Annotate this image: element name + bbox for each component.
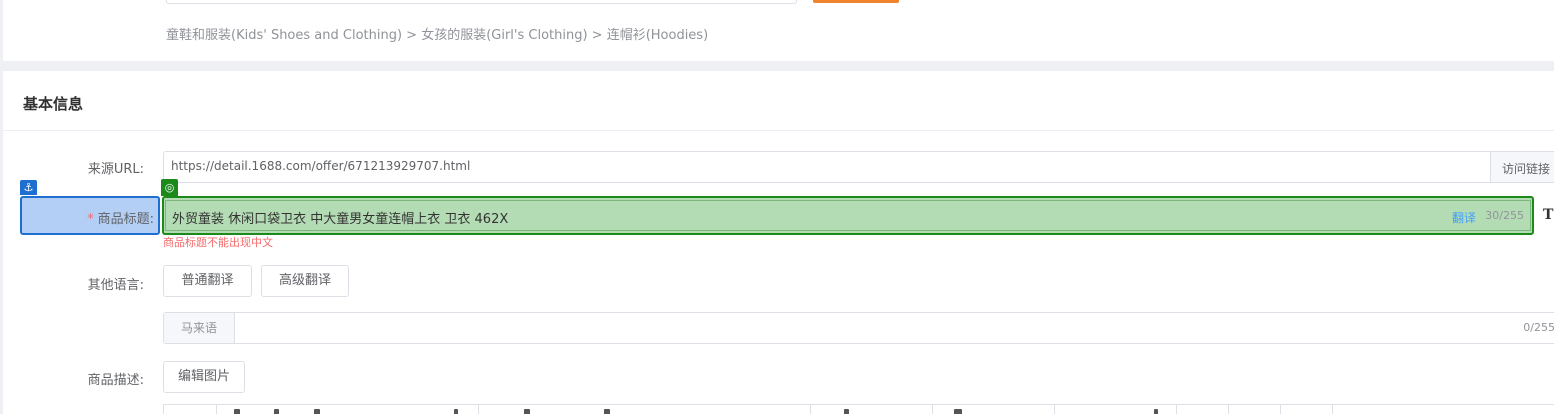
- language-name: 马来语: [164, 313, 235, 343]
- basic-info-card: 基本信息 来源URL: https://detail.1688.com/offe…: [3, 71, 1554, 414]
- normal-translate-button[interactable]: 普通翻译: [163, 265, 252, 297]
- product-title-label-text: 商品标题:: [97, 212, 154, 227]
- toolbar-separator: [1054, 405, 1055, 414]
- malay-char-count: 0/255: [1523, 321, 1554, 334]
- toolbar-tool-icon[interactable]: [274, 409, 279, 414]
- toolbar-tool-icon[interactable]: [604, 409, 610, 414]
- text-format-icon[interactable]: T: [1543, 207, 1553, 223]
- source-url-input[interactable]: https://detail.1688.com/offer/6712139297…: [163, 151, 1491, 183]
- toolbar-separator: [1332, 405, 1333, 414]
- category-breadcrumb: 童鞋和服装(Kids' Shoes and Clothing) > 女孩的服装(…: [166, 28, 709, 43]
- toolbar-separator: [1228, 405, 1229, 414]
- toolbar-tool-icon[interactable]: [454, 409, 458, 414]
- category-card: 童鞋和服装(Kids' Shoes and Clothing) > 女孩的服装(…: [3, 0, 1554, 61]
- product-title-value: 外贸童装 休闲口袋卫衣 中大童男女童连帽上衣 卫衣 462X: [172, 212, 509, 227]
- category-confirm-button[interactable]: [813, 0, 899, 3]
- toolbar-separator: [810, 405, 811, 414]
- source-url-label: 来源URL:: [87, 162, 144, 177]
- toolbar-tool-icon[interactable]: [844, 409, 849, 414]
- toolbar-tool-icon[interactable]: [1154, 409, 1158, 414]
- anchor-icon: ⚓: [20, 180, 37, 195]
- visit-link-button[interactable]: 访问链接: [1490, 151, 1554, 183]
- toolbar-separator: [1280, 405, 1281, 414]
- target-icon: ◎: [161, 179, 178, 196]
- toolbar-separator: [1176, 405, 1177, 414]
- edit-images-button[interactable]: 编辑图片: [163, 361, 245, 393]
- section-title: 基本信息: [23, 95, 84, 113]
- product-title-input[interactable]: 外贸童装 休闲口袋卫衣 中大童男女童连帽上衣 卫衣 462X 翻译 30/255: [162, 196, 1534, 235]
- editor-toolbar: [163, 404, 1554, 414]
- category-input[interactable]: [166, 0, 797, 4]
- description-label: 商品描述:: [87, 373, 144, 388]
- other-languages-label: 其他语言:: [87, 278, 144, 293]
- malay-title-input[interactable]: 马来语 0/255: [163, 312, 1554, 344]
- toolbar-separator: [932, 405, 933, 414]
- toolbar-separator: [478, 405, 479, 414]
- section-divider: [3, 130, 1554, 131]
- toolbar-tool-icon[interactable]: [524, 409, 530, 414]
- source-url-value: https://detail.1688.com/offer/6712139297…: [171, 159, 471, 173]
- title-char-count: 30/255: [1485, 209, 1524, 222]
- product-title-label: * 商品标题:: [87, 208, 154, 227]
- translate-link[interactable]: 翻译: [1452, 209, 1476, 226]
- toolbar-tool-icon[interactable]: [954, 409, 962, 414]
- required-mark: *: [87, 212, 94, 227]
- toolbar-separator: [216, 405, 217, 414]
- toolbar-tool-icon[interactable]: [234, 409, 240, 414]
- toolbar-tool-icon[interactable]: [314, 409, 320, 414]
- title-error-message: 商品标题不能出现中文: [163, 236, 273, 249]
- product-title-label-highlight: * 商品标题:: [20, 196, 160, 235]
- advanced-translate-button[interactable]: 高级翻译: [261, 265, 349, 297]
